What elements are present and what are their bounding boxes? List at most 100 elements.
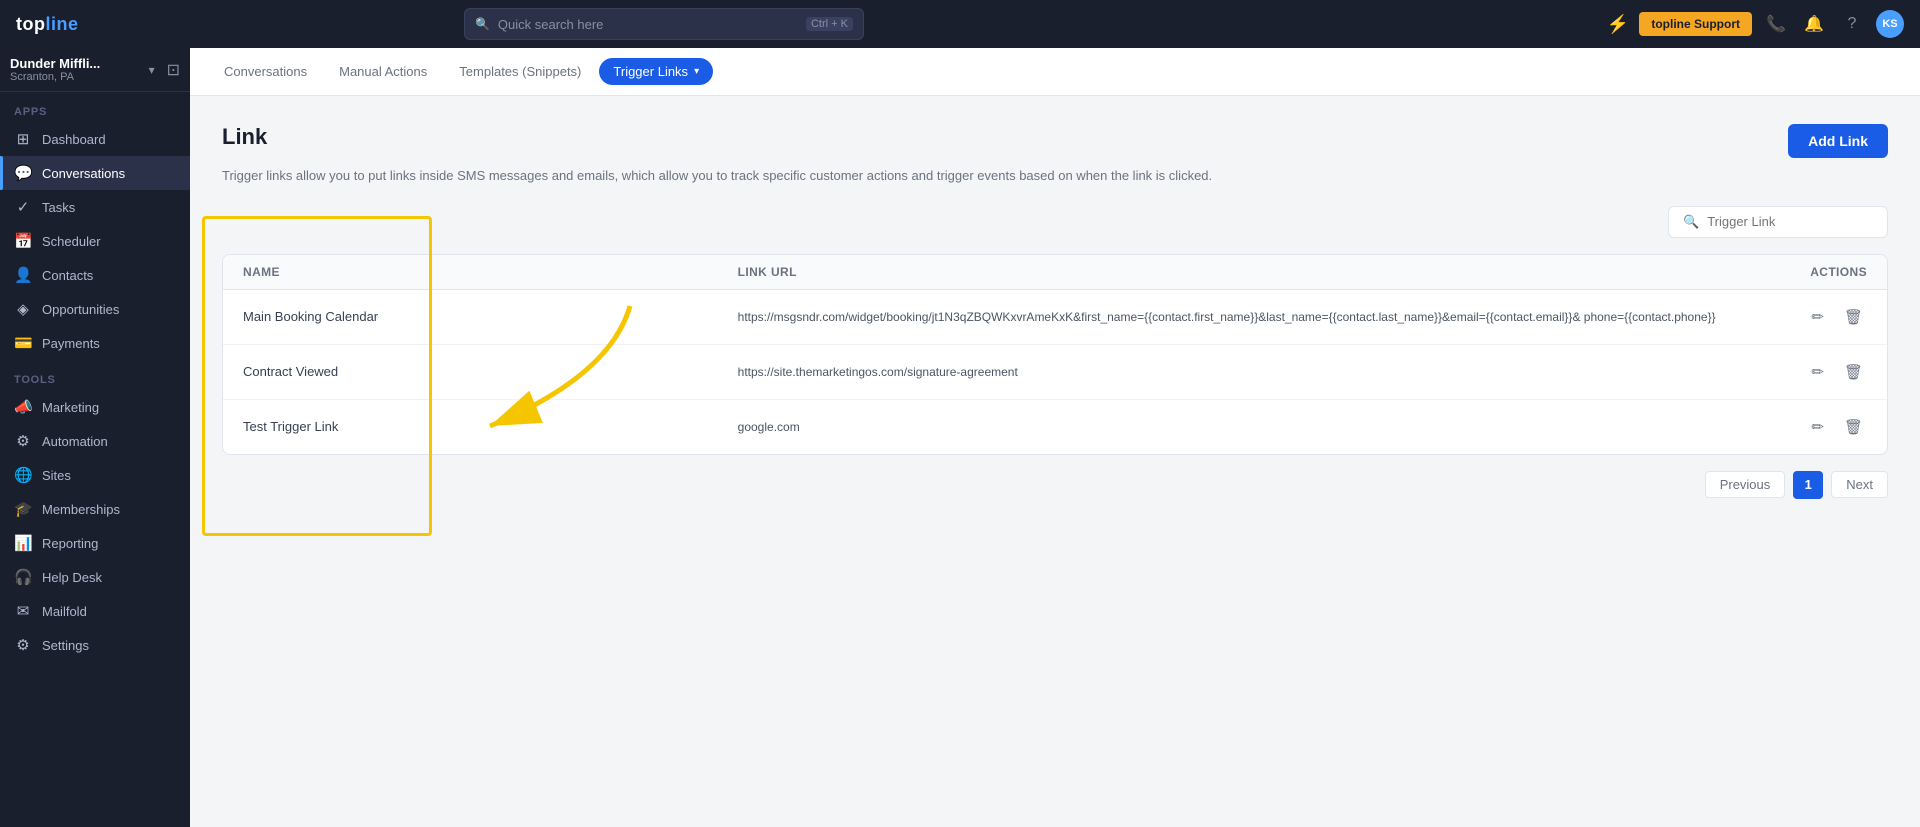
page-number[interactable]: 1 xyxy=(1793,471,1823,499)
table-row: Test Trigger Link google.com ✏ 🗑 xyxy=(223,400,1887,454)
tasks-icon: ✓ xyxy=(14,198,32,216)
sidebar-item-automation[interactable]: ⚙ Automation xyxy=(0,424,190,458)
sidebar-item-dashboard[interactable]: ⊞ Dashboard xyxy=(0,122,190,156)
trigger-links-table: Name Link URL Actions Main Booking Calen… xyxy=(222,254,1888,455)
sidebar-item-label: Help Desk xyxy=(42,570,102,585)
sub-navigation: Conversations Manual Actions Templates (… xyxy=(190,48,1920,96)
sidebar-item-sites[interactable]: 🌐 Sites xyxy=(0,458,190,492)
marketing-icon: 📣 xyxy=(14,398,32,416)
workspace-info: Dunder Miffli... Scranton, PA xyxy=(10,56,143,83)
search-row: 🔍 xyxy=(222,206,1888,238)
row-name: Contract Viewed xyxy=(243,364,738,379)
search-placeholder: Quick search here xyxy=(498,17,798,32)
sidebar-item-label: Settings xyxy=(42,638,89,653)
sidebar-item-opportunities[interactable]: ◈ Opportunities xyxy=(0,292,190,326)
sidebar-item-contacts[interactable]: 👤 Contacts xyxy=(0,258,190,292)
workspace-sub: Scranton, PA xyxy=(10,71,143,83)
apps-section-label: Apps xyxy=(0,92,190,122)
sidebar-item-label: Memberships xyxy=(42,502,120,517)
topnav-right: ⚡ topline Support 📞 🔔 ? KS xyxy=(1607,10,1904,38)
tab-trigger-links[interactable]: Trigger Links ▾ xyxy=(599,58,713,85)
main-layout: Dunder Miffli... Scranton, PA ▾ ⊡ Apps ⊞… xyxy=(0,48,1920,827)
delete-icon[interactable]: 🗑 xyxy=(1840,359,1867,385)
sidebar-item-label: Sites xyxy=(42,468,71,483)
search-icon: 🔍 xyxy=(1683,214,1699,230)
tools-section-label: Tools xyxy=(0,360,190,390)
row-name: Main Booking Calendar xyxy=(243,309,738,324)
tab-trigger-links-label: Trigger Links xyxy=(613,64,688,79)
col-url: Link URL xyxy=(738,265,1727,279)
user-avatar[interactable]: KS xyxy=(1876,10,1904,38)
workspace-name: Dunder Miffli... xyxy=(10,56,120,71)
bell-icon[interactable]: 🔔 xyxy=(1800,10,1828,38)
contacts-icon: 👤 xyxy=(14,266,32,284)
search-shortcut: Ctrl + K xyxy=(806,17,853,31)
opportunities-icon: ◈ xyxy=(14,300,32,318)
sidebar-item-label: Dashboard xyxy=(42,132,106,147)
row-url: google.com xyxy=(738,418,1727,436)
row-url: https://msgsndr.com/widget/booking/jt1N3… xyxy=(738,308,1727,326)
phone-icon[interactable]: 📞 xyxy=(1762,10,1790,38)
sidebar-item-mailfold[interactable]: ✉ Mailfold xyxy=(0,594,190,628)
top-navigation: topline 🔍 Quick search here Ctrl + K ⚡ t… xyxy=(0,0,1920,48)
page-description: Trigger links allow you to put links ins… xyxy=(222,166,1888,186)
edit-icon[interactable]: ✏ xyxy=(1807,414,1828,440)
sidebar-item-label: Conversations xyxy=(42,166,125,181)
sidebar-item-memberships[interactable]: 🎓 Memberships xyxy=(0,492,190,526)
trigger-links-chevron: ▾ xyxy=(694,66,699,77)
edit-icon[interactable]: ✏ xyxy=(1807,359,1828,385)
reporting-icon: 📊 xyxy=(14,534,32,552)
trigger-link-search[interactable]: 🔍 xyxy=(1668,206,1888,238)
sidebar-item-label: Payments xyxy=(42,336,100,351)
conversations-icon: 💬 xyxy=(14,164,32,182)
sidebar-item-label: Scheduler xyxy=(42,234,101,249)
sidebar-item-settings[interactable]: ⚙ Settings xyxy=(0,628,190,662)
sidebar-item-label: Contacts xyxy=(42,268,93,283)
sidebar-item-label: Automation xyxy=(42,434,108,449)
pagination: Previous 1 Next xyxy=(222,471,1888,499)
search-input[interactable] xyxy=(1707,214,1873,229)
sites-icon: 🌐 xyxy=(14,466,32,484)
row-name: Test Trigger Link xyxy=(243,419,738,434)
sidebar-item-help-desk[interactable]: 🎧 Help Desk xyxy=(0,560,190,594)
add-link-button[interactable]: Add Link xyxy=(1788,124,1888,158)
delete-icon[interactable]: 🗑 xyxy=(1840,414,1867,440)
mailfold-icon: ✉ xyxy=(14,602,32,620)
settings-icon: ⚙ xyxy=(14,636,32,654)
chevron-down-icon: ▾ xyxy=(149,63,155,77)
page-title: Link xyxy=(222,124,267,150)
row-actions: ✏ 🗑 xyxy=(1727,304,1867,330)
row-actions: ✏ 🗑 xyxy=(1727,359,1867,385)
sidebar-item-label: Reporting xyxy=(42,536,98,551)
sidebar-item-payments[interactable]: 💳 Payments xyxy=(0,326,190,360)
sidebar-item-label: Opportunities xyxy=(42,302,119,317)
table-header: Name Link URL Actions xyxy=(223,255,1887,290)
automation-icon: ⚙ xyxy=(14,432,32,450)
help-icon[interactable]: ? xyxy=(1838,10,1866,38)
sidebar-item-label: Tasks xyxy=(42,200,75,215)
memberships-icon: 🎓 xyxy=(14,500,32,518)
row-url: https://site.themarketingos.com/signatur… xyxy=(738,363,1727,381)
row-actions: ✏ 🗑 xyxy=(1727,414,1867,440)
delete-icon[interactable]: 🗑 xyxy=(1840,304,1867,330)
sidebar-item-tasks[interactable]: ✓ Tasks xyxy=(0,190,190,224)
support-button[interactable]: topline Support xyxy=(1639,12,1752,36)
page-header: Link Add Link xyxy=(222,124,1888,158)
edit-icon[interactable]: ✏ xyxy=(1807,304,1828,330)
sidebar-item-scheduler[interactable]: 📅 Scheduler xyxy=(0,224,190,258)
workspace-selector[interactable]: Dunder Miffli... Scranton, PA ▾ ⊡ xyxy=(0,48,190,92)
global-search[interactable]: 🔍 Quick search here Ctrl + K xyxy=(464,8,864,40)
tab-conversations[interactable]: Conversations xyxy=(210,58,321,85)
sidebar-item-marketing[interactable]: 📣 Marketing xyxy=(0,390,190,424)
search-icon: 🔍 xyxy=(475,17,490,31)
sidebar-item-conversations[interactable]: 💬 Conversations xyxy=(0,156,190,190)
page-content: Link Add Link Trigger links allow you to… xyxy=(190,96,1920,827)
table-row: Contract Viewed https://site.themarketin… xyxy=(223,345,1887,400)
tab-manual-actions[interactable]: Manual Actions xyxy=(325,58,441,85)
help-desk-icon: 🎧 xyxy=(14,568,32,586)
previous-button[interactable]: Previous xyxy=(1705,471,1786,498)
layout-icon[interactable]: ⊡ xyxy=(167,60,180,80)
next-button[interactable]: Next xyxy=(1831,471,1888,498)
sidebar-item-reporting[interactable]: 📊 Reporting xyxy=(0,526,190,560)
tab-templates[interactable]: Templates (Snippets) xyxy=(445,58,595,85)
